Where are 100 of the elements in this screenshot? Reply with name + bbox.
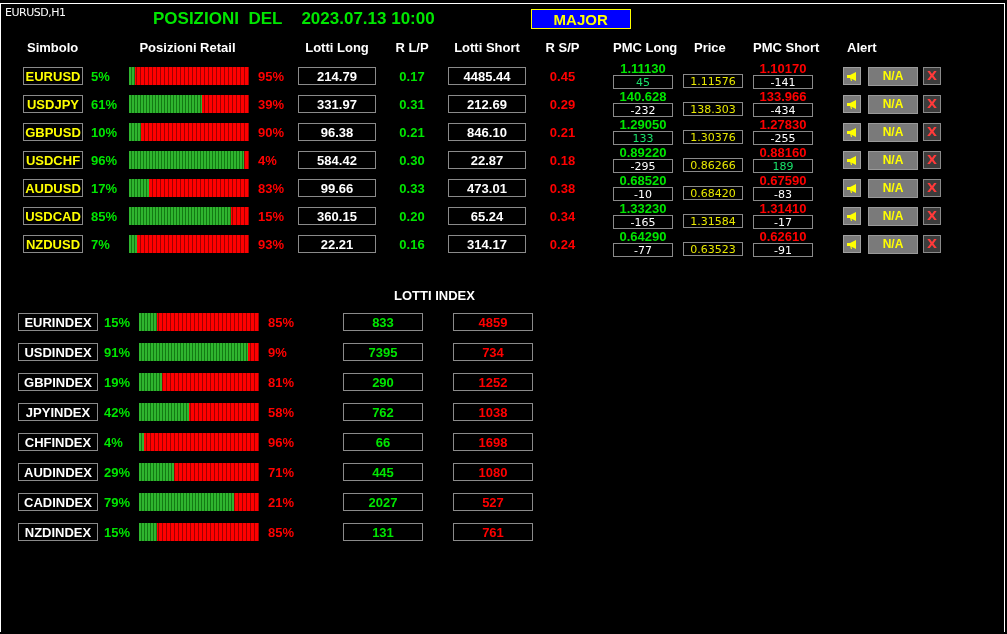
price-value: 1.30376 — [683, 130, 743, 144]
symbol-label: NZDUSD — [23, 235, 83, 253]
pmc-long-diff: -232 — [613, 103, 673, 117]
long-percent: 29% — [104, 464, 131, 480]
megaphone-icon — [846, 126, 858, 138]
column-header: Posizioni Retail — [139, 40, 237, 56]
alert-button[interactable] — [843, 179, 861, 197]
long-percent: 85% — [91, 208, 118, 224]
lots-long-value: 66 — [343, 433, 423, 451]
long-percent: 4% — [104, 434, 123, 450]
column-header: PMC Short — [753, 40, 820, 56]
remove-alert-button[interactable]: X — [923, 179, 941, 197]
column-header: Lotti Short — [454, 40, 520, 56]
megaphone-icon — [846, 70, 858, 82]
remove-alert-button[interactable]: X — [923, 235, 941, 253]
lots-long-value: 833 — [343, 313, 423, 331]
alert-value-button[interactable]: N/A — [868, 122, 918, 142]
alert-value-button[interactable]: N/A — [868, 234, 918, 254]
remove-alert-button[interactable]: X — [923, 151, 941, 169]
megaphone-icon — [846, 238, 858, 250]
major-button[interactable]: MAJOR — [530, 9, 631, 29]
pmc-long-value: 0.68520 — [619, 175, 667, 187]
alert-button[interactable] — [843, 67, 861, 85]
pmc-short-diff: -83 — [753, 187, 813, 201]
lots-short-value: 527 — [453, 493, 533, 511]
remove-alert-button[interactable]: X — [923, 67, 941, 85]
long-ratio: 0.16 — [399, 236, 425, 252]
alert-button[interactable] — [843, 123, 861, 141]
alert-button[interactable] — [843, 151, 861, 169]
lots-long-value: 290 — [343, 373, 423, 391]
megaphone-icon — [846, 98, 858, 110]
short-ratio: 0.24 — [549, 236, 577, 252]
short-percent: 21% — [267, 494, 295, 510]
lots-long-value: 2027 — [343, 493, 423, 511]
short-ratio: 0.29 — [549, 96, 577, 112]
pmc-long-diff: -77 — [613, 243, 673, 257]
column-header: Alert — [846, 40, 877, 56]
short-percent: 15% — [257, 208, 285, 224]
price-value: 0.68420 — [683, 186, 743, 200]
short-percent: 96% — [267, 434, 295, 450]
pmc-short-diff: -17 — [753, 215, 813, 229]
lots-short-value: 65.24 — [448, 207, 526, 225]
pmc-short-value: 0.67590 — [759, 175, 807, 187]
index-name: CADINDEX — [18, 493, 98, 511]
pmc-short-value: 1.31410 — [759, 203, 807, 215]
lots-long-value: 360.15 — [298, 207, 376, 225]
pmc-short-diff: -434 — [753, 103, 813, 117]
short-percent: 90% — [257, 124, 285, 140]
pmc-long-diff: -10 — [613, 187, 673, 201]
long-percent: 15% — [104, 314, 131, 330]
date: 2023.07.13 10:00 — [301, 9, 435, 29]
long-percent: 7% — [91, 236, 110, 252]
index-name: USDINDEX — [18, 343, 98, 361]
remove-alert-button[interactable]: X — [923, 95, 941, 113]
lots-short-value: 4485.44 — [448, 67, 526, 85]
long-percent: 91% — [104, 344, 131, 360]
pmc-long-value: 140.628 — [619, 91, 667, 103]
index-name: GBPINDEX — [18, 373, 98, 391]
pmc-long-value: 0.89220 — [619, 147, 667, 159]
short-percent: 58% — [267, 404, 295, 420]
long-ratio: 0.30 — [399, 152, 425, 168]
long-percent: 96% — [91, 152, 118, 168]
alert-value-button[interactable]: N/A — [868, 94, 918, 114]
lots-short-value: 314.17 — [448, 235, 526, 253]
short-ratio: 0.38 — [549, 180, 577, 196]
remove-alert-button[interactable]: X — [923, 123, 941, 141]
column-header: Price — [693, 40, 726, 56]
column-header: Lotti Long — [305, 40, 369, 56]
lots-short-value: 761 — [453, 523, 533, 541]
lots-short-value: 22.87 — [448, 151, 526, 169]
alert-button[interactable] — [843, 207, 861, 225]
lots-long-value: 584.42 — [298, 151, 376, 169]
short-percent: 71% — [267, 464, 295, 480]
pmc-long-diff: -295 — [613, 159, 673, 173]
column-header: PMC Long — [613, 40, 678, 56]
symbol-label: EURUSD — [23, 67, 83, 85]
long-ratio: 0.17 — [399, 68, 425, 84]
short-percent: 85% — [267, 524, 295, 540]
column-header: R L/P — [395, 40, 429, 56]
short-percent: 83% — [257, 180, 285, 196]
short-percent: 85% — [267, 314, 295, 330]
pmc-short-value: 133.966 — [759, 91, 807, 103]
chart-label: EURUSD,H1 — [5, 6, 66, 19]
pmc-long-value: 0.64290 — [619, 231, 667, 243]
alert-button[interactable] — [843, 95, 861, 113]
lots-short-value: 4859 — [453, 313, 533, 331]
symbol-label: USDJPY — [23, 95, 83, 113]
short-ratio: 0.18 — [549, 152, 577, 168]
remove-alert-button[interactable]: X — [923, 207, 941, 225]
pmc-short-value: 0.62610 — [759, 231, 807, 243]
alert-value-button[interactable]: N/A — [868, 178, 918, 198]
column-header: Simbolo — [26, 40, 79, 56]
lots-short-value: 1080 — [453, 463, 533, 481]
alert-value-button[interactable]: N/A — [868, 206, 918, 226]
alert-value-button[interactable]: N/A — [868, 66, 918, 86]
symbol-label: AUDUSD — [23, 179, 83, 197]
alert-button[interactable] — [843, 235, 861, 253]
pmc-long-diff: -165 — [613, 215, 673, 229]
lots-short-value: 734 — [453, 343, 533, 361]
alert-value-button[interactable]: N/A — [868, 150, 918, 170]
